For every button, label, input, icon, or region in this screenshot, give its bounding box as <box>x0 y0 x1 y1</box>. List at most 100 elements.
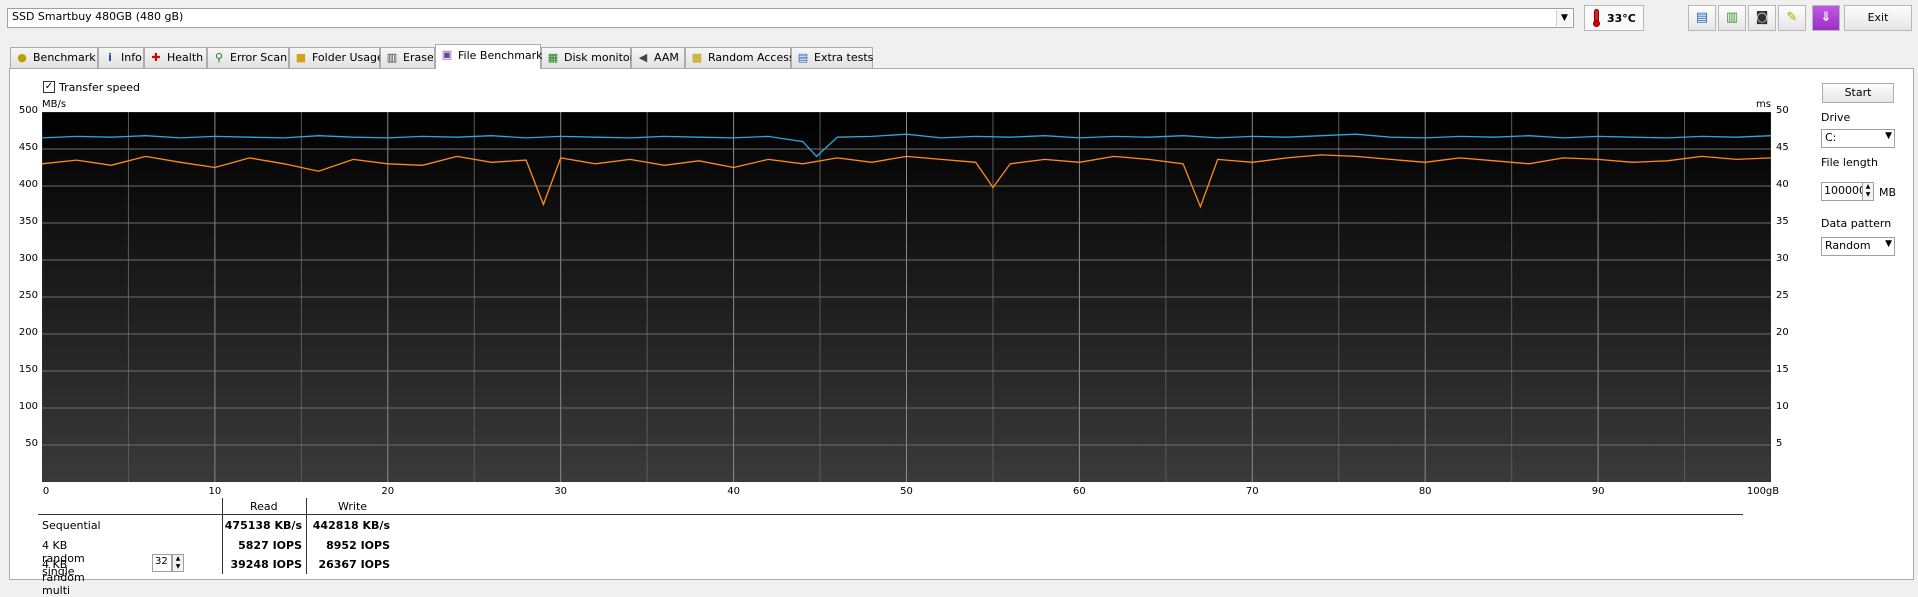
stepper-down-icon[interactable]: ▼ <box>173 563 183 571</box>
x-tick-label: 100gB <box>1746 486 1780 497</box>
camera-icon: ◙ <box>1755 10 1769 25</box>
y-tick-label-left: 100 <box>18 401 38 412</box>
row-4k-single-read: 5827 IOPS <box>238 539 302 552</box>
tab-folder-usage[interactable]: ■ Folder Usage <box>289 47 384 68</box>
random-access-icon: ▩ <box>691 51 703 64</box>
copy-image-button[interactable]: ▥ <box>1718 5 1746 31</box>
copy-image-icon: ▥ <box>1725 10 1739 25</box>
chevron-down-icon: ▼ <box>1885 239 1892 249</box>
row-4k-multi-write: 26367 IOPS <box>318 558 390 571</box>
right-axis-unit: ms <box>1756 99 1771 110</box>
drive-dropdown[interactable]: C: ▼ <box>1821 129 1895 148</box>
drive-selector[interactable]: SSD Smartbuy 480GB (480 gB) ▼ <box>7 8 1574 28</box>
x-tick-label: 40 <box>727 486 740 497</box>
thermometer-icon <box>1593 9 1600 27</box>
aam-icon: ◀ <box>638 51 648 64</box>
y-tick-label-right: 45 <box>1776 142 1789 153</box>
y-tick-label-right: 10 <box>1776 401 1789 412</box>
screenshot-button[interactable]: ◙ <box>1748 5 1776 31</box>
y-tick-label-left: 150 <box>18 364 38 375</box>
download-icon: ⇓ <box>1820 10 1832 25</box>
row-sequential-read: 475138 KB/s <box>224 519 302 532</box>
x-tick-label: 60 <box>1073 486 1086 497</box>
start-button[interactable]: Start <box>1822 83 1894 103</box>
row-4k-multi-label: 4 KB random multi <box>42 558 85 597</box>
tab-benchmark[interactable]: ● Benchmark <box>10 47 98 68</box>
extra-tests-icon: ▤ <box>797 51 809 64</box>
y-tick-label-left: 300 <box>18 253 38 264</box>
top-bar: SSD Smartbuy 480GB (480 gB) ▼ 33°C ▤ ▥ ◙… <box>0 0 1918 38</box>
stepper-down-icon[interactable]: ▼ <box>1863 191 1873 199</box>
x-tick-label: 30 <box>554 486 568 497</box>
y-tick-label-left: 350 <box>18 216 38 227</box>
options-button[interactable]: ✎ <box>1778 5 1806 31</box>
temperature-value: 33°C <box>1607 12 1636 25</box>
x-tick-label: 90 <box>1591 486 1605 497</box>
y-tick-label-right: 40 <box>1776 179 1789 190</box>
y-tick-label-left: 400 <box>18 179 38 190</box>
tab-random-access[interactable]: ▩ Random Access <box>685 47 795 68</box>
x-tick-label: 70 <box>1245 486 1259 497</box>
error-scan-icon: ⚲ <box>214 51 224 64</box>
write-header: Write <box>338 500 368 513</box>
data-pattern-label: Data pattern <box>1821 217 1892 230</box>
y-tick-label-right: 20 <box>1776 327 1789 338</box>
queue-depth-input[interactable]: 32 <box>152 554 172 572</box>
chevron-down-icon: ▼ <box>1885 131 1892 141</box>
tab-health[interactable]: ✚ Health <box>144 47 207 68</box>
file-length-unit: MB <box>1879 186 1897 199</box>
benchmark-icon: ● <box>17 51 27 64</box>
queue-depth-stepper[interactable]: ▲ ▼ <box>172 554 184 572</box>
row-4k-multi-read: 39248 IOPS <box>230 558 302 571</box>
x-tick-label: 10 <box>208 486 222 497</box>
file-length-input[interactable]: 100000 <box>1821 182 1863 201</box>
exit-button[interactable]: Exit <box>1844 5 1912 31</box>
data-pattern-value: Random <box>1825 239 1871 252</box>
file-benchmark-icon: ▣ <box>441 48 453 61</box>
chevron-down-icon[interactable]: ▼ <box>1556 10 1572 26</box>
x-tick-label: 50 <box>900 486 913 497</box>
table-header-rule <box>38 514 1743 515</box>
file-length-stepper[interactable]: ▲ ▼ <box>1862 182 1874 201</box>
table-divider <box>306 498 307 574</box>
y-tick-label-right: 5 <box>1776 438 1783 449</box>
tab-erase[interactable]: ▥ Erase <box>380 47 435 68</box>
options-icon: ✎ <box>1786 10 1798 25</box>
transfer-speed-checkbox[interactable]: ✓ <box>43 81 55 93</box>
x-tick-label: 80 <box>1418 486 1432 497</box>
x-tick-label: 20 <box>381 486 395 497</box>
tab-file-benchmark[interactable]: ▣ File Benchmark <box>435 44 543 69</box>
y-tick-label-right: 15 <box>1776 364 1789 375</box>
copy-text-button[interactable]: ▤ <box>1688 5 1716 31</box>
x-tick-label: 0 <box>42 486 50 497</box>
y-tick-label-left: 250 <box>18 290 38 301</box>
stepper-up-icon[interactable]: ▲ <box>173 555 183 563</box>
temperature-display: 33°C <box>1584 5 1644 31</box>
data-pattern-dropdown[interactable]: Random ▼ <box>1821 237 1895 256</box>
stepper-up-icon[interactable]: ▲ <box>1863 183 1873 191</box>
tab-error-scan[interactable]: ⚲ Error Scan <box>207 47 289 68</box>
tab-aam[interactable]: ◀ AAM <box>631 47 685 68</box>
erase-icon: ▥ <box>386 51 398 64</box>
copy-text-icon: ▤ <box>1695 10 1709 25</box>
read-header: Read <box>250 500 278 513</box>
tab-extra-tests[interactable]: ▤ Extra tests <box>791 47 873 68</box>
row-sequential-label: Sequential <box>42 519 101 532</box>
y-tick-label-right: 25 <box>1776 290 1789 301</box>
health-icon: ✚ <box>151 51 161 64</box>
drive-dropdown-value: C: <box>1825 131 1837 144</box>
info-icon: i <box>108 51 112 64</box>
left-axis-unit: MB/s <box>42 99 67 110</box>
disk-monitor-icon: ▦ <box>547 51 559 64</box>
drive-label: Drive <box>1821 111 1851 124</box>
tab-disk-monitor[interactable]: ▦ Disk monitor <box>541 47 634 68</box>
transfer-speed-chart <box>42 112 1771 482</box>
y-tick-label-right: 30 <box>1776 253 1789 264</box>
tab-info[interactable]: i Info <box>98 47 144 68</box>
file-length-label: File length <box>1821 156 1878 169</box>
row-sequential-write: 442818 KB/s <box>312 519 390 532</box>
row-4k-single-write: 8952 IOPS <box>326 539 390 552</box>
save-button[interactable]: ⇓ <box>1812 5 1840 31</box>
folder-icon: ■ <box>295 51 307 64</box>
y-tick-label-left: 450 <box>18 142 38 153</box>
